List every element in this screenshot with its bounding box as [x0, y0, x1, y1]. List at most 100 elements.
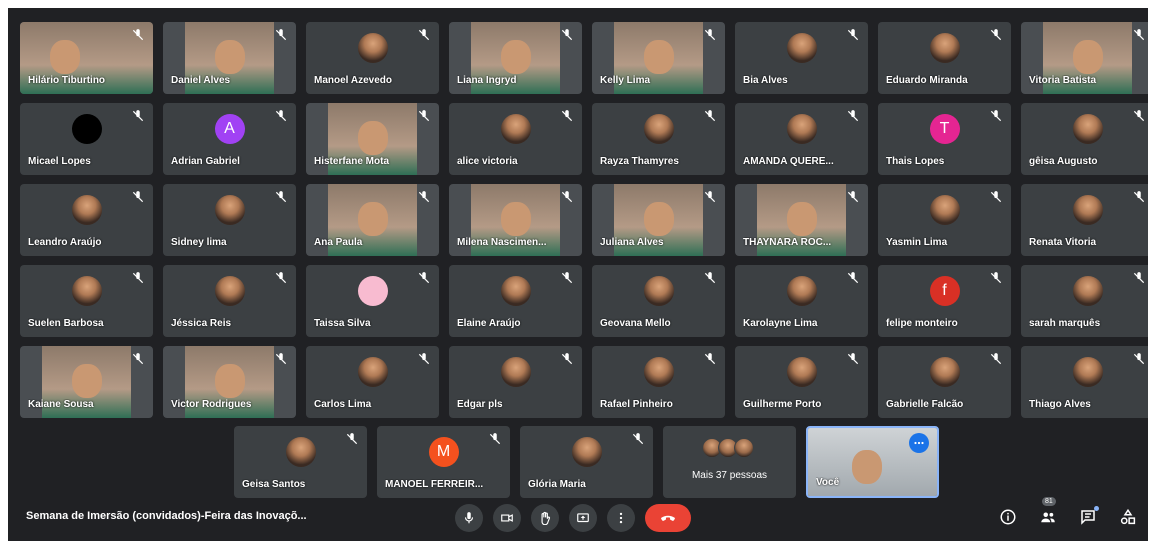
participant-tile[interactable]: Edgar pls — [449, 346, 582, 418]
participant-tile[interactable]: Karolayne Lima — [735, 265, 868, 337]
more-options-button[interactable] — [909, 433, 929, 453]
participant-name: Thiago Alves — [1029, 399, 1091, 410]
participant-tile[interactable]: Suelen Barbosa — [20, 265, 153, 337]
avatar — [643, 357, 674, 387]
participant-tile[interactable]: Leandro Araújo — [20, 184, 153, 256]
avatar — [214, 195, 245, 225]
participant-name: Gabrielle Falcão — [886, 399, 964, 410]
participant-tile[interactable]: Rafael Pinheiro — [592, 346, 725, 418]
present-screen-icon — [577, 513, 589, 523]
participant-tile[interactable]: Milena Nascimen... — [449, 184, 582, 256]
participant-tile[interactable]: Yasmin Lima — [878, 184, 1011, 256]
avatar-initial: f — [929, 276, 960, 306]
meeting-details-button[interactable] — [996, 505, 1020, 529]
end-call-button[interactable] — [645, 504, 691, 532]
participant-tile[interactable]: Renata Vitoria — [1021, 184, 1148, 256]
participant-name: Leandro Araújo — [28, 237, 102, 248]
mic-off-icon — [274, 190, 288, 204]
participant-tile[interactable]: T Thais Lopes — [878, 103, 1011, 175]
mic-off-icon — [846, 28, 860, 42]
participant-tile[interactable]: M MANOEL FERREIR... — [377, 426, 510, 498]
participant-tile[interactable]: Bia Alves — [735, 22, 868, 94]
mic-off-icon — [417, 190, 431, 204]
participant-tile[interactable]: Guilherme Porto — [735, 346, 868, 418]
participant-name: Kaiane Sousa — [28, 399, 94, 410]
mic-off-icon — [274, 271, 288, 285]
participant-tile[interactable]: Kelly Lima — [592, 22, 725, 94]
participant-tile[interactable]: Ana Paula — [306, 184, 439, 256]
participant-name: gêisa Augusto — [1029, 156, 1098, 167]
participant-tile[interactable]: gêisa Augusto — [1021, 103, 1148, 175]
mic-off-icon — [345, 432, 359, 446]
participant-tile[interactable]: Micael Lopes — [20, 103, 153, 175]
camera-icon — [501, 514, 513, 522]
participant-tile[interactable]: Elaine Araújo — [449, 265, 582, 337]
participant-tile[interactable]: Sidney lima — [163, 184, 296, 256]
participant-name: Ana Paula — [314, 237, 363, 248]
participant-tile[interactable]: Jéssica Reis — [163, 265, 296, 337]
participant-tile[interactable]: Geovana Mello — [592, 265, 725, 337]
mic-off-icon — [417, 109, 431, 123]
participant-name: THAYNARA ROC... — [743, 237, 832, 248]
participant-tile[interactable]: Hilário Tiburtino — [20, 22, 153, 94]
participant-tile[interactable]: Kaiane Sousa — [20, 346, 153, 418]
participant-name: Hilário Tiburtino — [28, 75, 106, 86]
participant-tile[interactable]: alice victoria — [449, 103, 582, 175]
participant-bottom-row: Geisa Santos M MANOEL FERREIR... Glória … — [234, 426, 939, 498]
mic-off-icon — [631, 432, 645, 446]
participant-tile[interactable]: Gabrielle Falcão — [878, 346, 1011, 418]
activities-icon — [1120, 508, 1136, 525]
mic-off-icon — [703, 271, 717, 285]
camera-button[interactable] — [493, 504, 521, 532]
participant-tile[interactable]: Carlos Lima — [306, 346, 439, 418]
avatar-initial — [357, 276, 388, 306]
call-controls — [455, 504, 691, 532]
chat-button[interactable] — [1076, 505, 1100, 529]
participant-name: Histerfane Mota — [314, 156, 390, 167]
participant-name: Você — [816, 477, 840, 488]
participant-name: Juliana Alves — [600, 237, 664, 248]
present-button[interactable] — [569, 504, 597, 532]
participant-tile[interactable]: Daniel Alves — [163, 22, 296, 94]
more-people-tile[interactable]: Mais 37 pessoas — [663, 426, 796, 498]
people-count-badge: 81 — [1042, 497, 1056, 506]
participant-tile[interactable]: Liana Ingryd — [449, 22, 582, 94]
mic-off-icon — [560, 109, 574, 123]
participant-tile[interactable]: Victor Rodrigues — [163, 346, 296, 418]
participant-tile[interactable]: Juliana Alves — [592, 184, 725, 256]
mic-off-icon — [703, 352, 717, 366]
participant-name: Eduardo Miranda — [886, 75, 968, 86]
participant-tile[interactable]: Taissa Silva — [306, 265, 439, 337]
participant-tile[interactable]: Vitoria Batista — [1021, 22, 1148, 94]
participant-tile[interactable]: sarah marquês — [1021, 265, 1148, 337]
more-people-label: Mais 37 pessoas — [691, 470, 768, 481]
raise-hand-button[interactable] — [531, 504, 559, 532]
participant-tile[interactable]: Geisa Santos — [234, 426, 367, 498]
mic-off-icon — [846, 352, 860, 366]
more-options-button[interactable] — [607, 504, 635, 532]
participant-tile[interactable]: AMANDA QUERE... — [735, 103, 868, 175]
participant-tile[interactable]: Glória Maria — [520, 426, 653, 498]
mic-off-icon — [131, 352, 145, 366]
avatar — [357, 357, 388, 387]
avatar — [214, 276, 245, 306]
hand-icon — [541, 511, 551, 525]
avatar — [929, 195, 960, 225]
self-view-tile[interactable]: Você — [806, 426, 939, 498]
participant-tile[interactable]: f felipe monteiro — [878, 265, 1011, 337]
participant-tile[interactable]: A Adrian Gabriel — [163, 103, 296, 175]
avatar — [929, 357, 960, 387]
participant-tile[interactable]: Rayza Thamyres — [592, 103, 725, 175]
participant-name: Glória Maria — [528, 479, 586, 490]
participant-name: Rafael Pinheiro — [600, 399, 673, 410]
activities-button[interactable] — [1116, 505, 1140, 529]
people-button[interactable]: 81 — [1036, 497, 1060, 529]
participant-tile[interactable]: Eduardo Miranda — [878, 22, 1011, 94]
mic-button[interactable] — [455, 504, 483, 532]
participant-tile[interactable]: Manoel Azevedo — [306, 22, 439, 94]
participant-tile[interactable]: Histerfane Mota — [306, 103, 439, 175]
avatar — [786, 276, 817, 306]
participant-name: Edgar pls — [457, 399, 503, 410]
participant-tile[interactable]: Thiago Alves — [1021, 346, 1148, 418]
participant-tile[interactable]: THAYNARA ROC... — [735, 184, 868, 256]
